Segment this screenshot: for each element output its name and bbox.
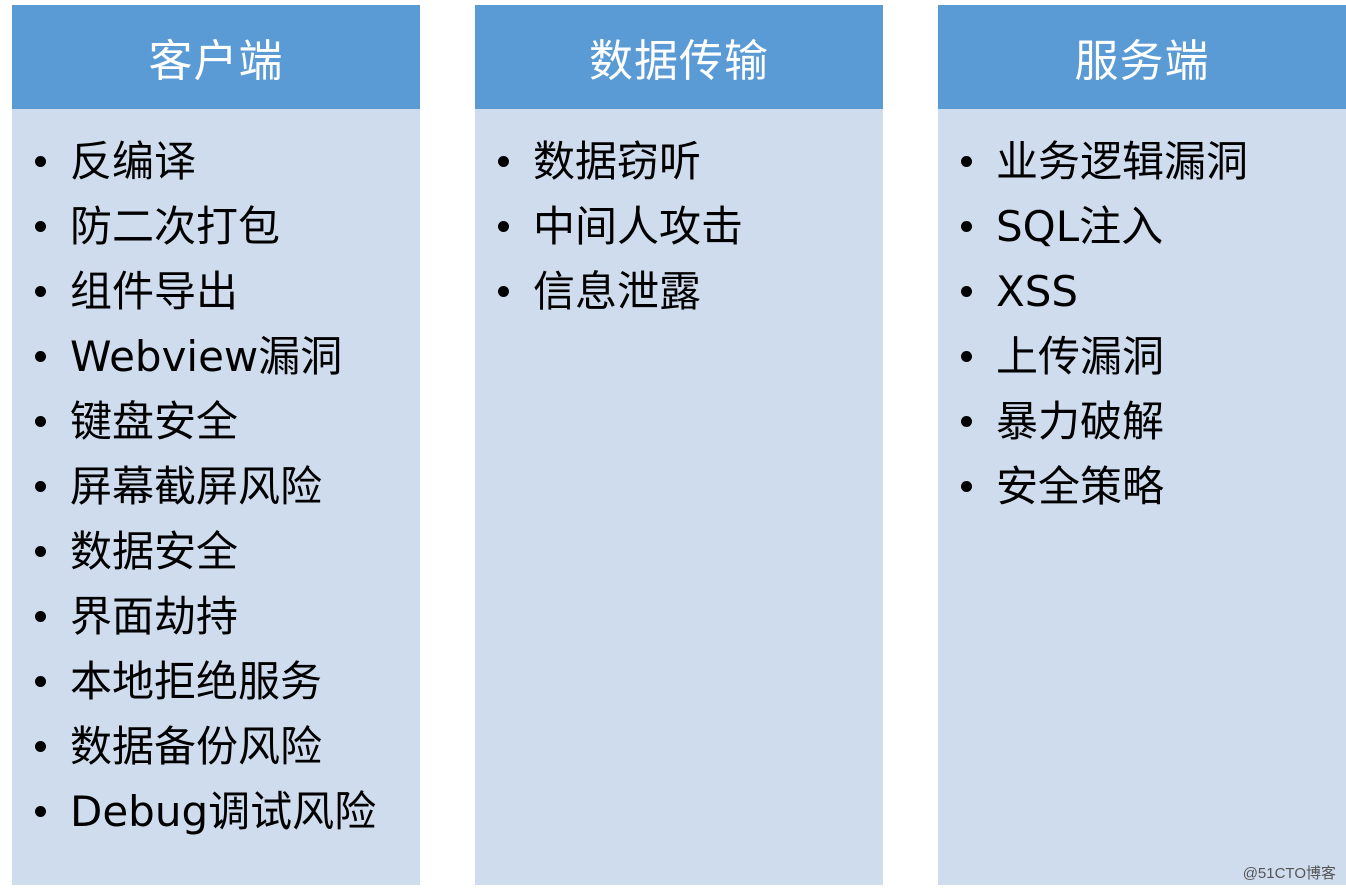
list-item: 数据备份风险 <box>12 714 420 779</box>
list-item-label: 组件导出 <box>70 267 239 316</box>
list-item: Webview漏洞 <box>12 324 420 389</box>
bullet-icon <box>35 286 46 297</box>
bullet-icon <box>498 221 509 232</box>
bullet-icon <box>35 221 46 232</box>
bullet-icon <box>35 546 46 557</box>
list-item-label: 暴力破解 <box>996 397 1165 446</box>
data-transfer-risk-list: 数据窃听 中间人攻击 信息泄露 <box>475 109 883 324</box>
list-item: 上传漏洞 <box>938 324 1346 389</box>
list-item-label: 屏幕截屏风险 <box>70 462 323 511</box>
client-column: 客户端 反编译 防二次打包 组件导出 Webview漏洞 键盘安全 屏幕截屏风险… <box>12 5 420 885</box>
list-item: 界面劫持 <box>12 584 420 649</box>
bullet-icon <box>35 676 46 687</box>
bullet-icon <box>961 156 972 167</box>
list-item-label: 信息泄露 <box>533 267 702 316</box>
data-transfer-column-header: 数据传输 <box>475 5 883 109</box>
server-column-header: 服务端 <box>938 5 1346 109</box>
list-item: 信息泄露 <box>475 259 883 324</box>
list-item-label: Webview漏洞 <box>70 332 343 381</box>
client-risk-list: 反编译 防二次打包 组件导出 Webview漏洞 键盘安全 屏幕截屏风险 数据安… <box>12 109 420 844</box>
list-item: XSS <box>938 259 1346 324</box>
bullet-icon <box>961 416 972 427</box>
list-item: 组件导出 <box>12 259 420 324</box>
bullet-icon <box>35 741 46 752</box>
list-item: 数据安全 <box>12 519 420 584</box>
list-item: 安全策略 <box>938 454 1346 519</box>
list-item-label: 业务逻辑漏洞 <box>996 137 1249 186</box>
watermark: @51CTO博客 <box>1242 865 1336 882</box>
list-item-label: 中间人攻击 <box>533 202 744 251</box>
list-item: 暴力破解 <box>938 389 1346 454</box>
list-item-label: 数据窃听 <box>533 137 702 186</box>
list-item-label: 上传漏洞 <box>996 332 1165 381</box>
list-item-label: 数据安全 <box>70 527 239 576</box>
bullet-icon <box>961 481 972 492</box>
list-item-label: 界面劫持 <box>70 592 239 641</box>
list-item-label: Debug调试风险 <box>70 787 377 836</box>
list-item: 反编译 <box>12 129 420 194</box>
bullet-icon <box>35 351 46 362</box>
list-item: 数据窃听 <box>475 129 883 194</box>
bullet-icon <box>35 416 46 427</box>
list-item-label: 反编译 <box>70 137 197 186</box>
list-item-label: SQL注入 <box>996 202 1164 251</box>
data-transfer-column: 数据传输 数据窃听 中间人攻击 信息泄露 <box>475 5 883 885</box>
client-column-header: 客户端 <box>12 5 420 109</box>
list-item: SQL注入 <box>938 194 1346 259</box>
bullet-icon <box>961 221 972 232</box>
list-item: 键盘安全 <box>12 389 420 454</box>
bullet-icon <box>35 611 46 622</box>
bullet-icon <box>961 351 972 362</box>
list-item: 屏幕截屏风险 <box>12 454 420 519</box>
bullet-icon <box>35 481 46 492</box>
list-item: 中间人攻击 <box>475 194 883 259</box>
list-item: 业务逻辑漏洞 <box>938 129 1346 194</box>
list-item: 本地拒绝服务 <box>12 649 420 714</box>
list-item-label: XSS <box>996 267 1079 316</box>
list-item-label: 本地拒绝服务 <box>70 657 323 706</box>
list-item-label: 键盘安全 <box>70 397 239 446</box>
list-item-label: 防二次打包 <box>70 202 281 251</box>
server-column: 服务端 业务逻辑漏洞 SQL注入 XSS 上传漏洞 暴力破解 安全策略 <box>938 5 1346 885</box>
list-item-label: 安全策略 <box>996 462 1165 511</box>
server-risk-list: 业务逻辑漏洞 SQL注入 XSS 上传漏洞 暴力破解 安全策略 <box>938 109 1346 519</box>
bullet-icon <box>961 286 972 297</box>
bullet-icon <box>35 806 46 817</box>
list-item-label: 数据备份风险 <box>70 722 323 771</box>
bullet-icon <box>498 286 509 297</box>
bullet-icon <box>35 156 46 167</box>
list-item: Debug调试风险 <box>12 779 420 844</box>
bullet-icon <box>498 156 509 167</box>
list-item: 防二次打包 <box>12 194 420 259</box>
